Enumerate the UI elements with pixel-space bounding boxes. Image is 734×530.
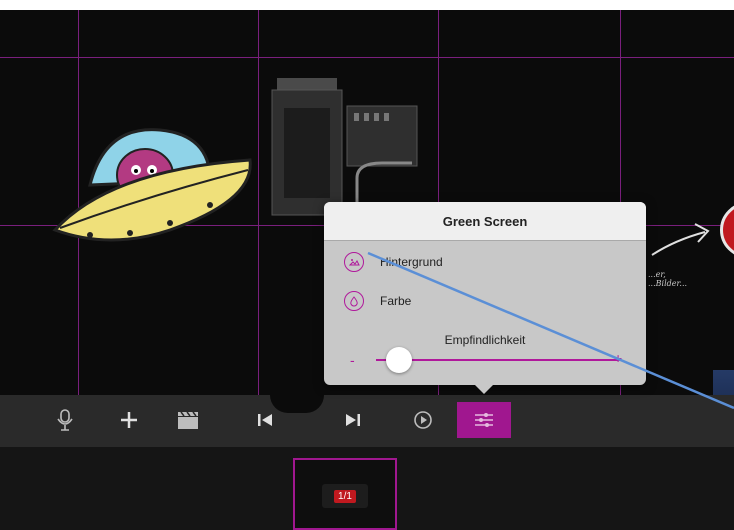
clip-count-badge: 1/1 (334, 489, 356, 503)
add-icon (121, 412, 137, 428)
grid-line (0, 57, 734, 58)
ufo-sticker[interactable] (50, 125, 260, 265)
arrow-doodle (651, 223, 710, 256)
play-button[interactable] (408, 402, 438, 438)
option-color[interactable]: Farbe (344, 291, 411, 311)
clip-thumbnail[interactable]: 1/1 (293, 458, 397, 530)
skip-back-button[interactable] (250, 402, 280, 438)
clapperboard-icon (178, 411, 198, 429)
option-color-label: Farbe (380, 294, 412, 308)
sensitivity-slider-track[interactable] (376, 359, 620, 361)
popover-arrow (475, 385, 493, 394)
slider-min-label: - (350, 352, 355, 368)
play-icon (414, 411, 432, 429)
image-icon (344, 252, 364, 272)
option-background-label: Hintergrund (380, 255, 443, 269)
mic-icon (57, 409, 73, 431)
add-button[interactable] (114, 402, 144, 438)
record-sticker (720, 202, 734, 258)
green-screen-adjust-button[interactable] (457, 402, 511, 438)
popover-title: Green Screen (324, 202, 646, 241)
mic-button[interactable] (50, 402, 80, 438)
skip-forward-icon (346, 414, 360, 426)
scene-note: ...er, ...Bilder... (648, 270, 688, 288)
option-background[interactable]: Hintergrund (344, 252, 443, 272)
sensitivity-slider-thumb[interactable] (386, 347, 412, 373)
skip-forward-button[interactable] (338, 402, 368, 438)
slider-max-label: + (614, 350, 623, 366)
skip-back-icon (258, 414, 272, 426)
app-window: ...er, ...Bilder... 1/1 Green Screen Hin… (0, 10, 734, 530)
adjust-icon (475, 413, 493, 427)
drop-icon (344, 291, 364, 311)
green-screen-popover: Green Screen Hintergrund Farbe Empfindli… (324, 202, 646, 394)
sensitivity-label: Empfindlichkeit (444, 333, 526, 347)
clapperboard-button[interactable] (173, 402, 203, 438)
clip-thumbnail-image: 1/1 (322, 484, 368, 508)
